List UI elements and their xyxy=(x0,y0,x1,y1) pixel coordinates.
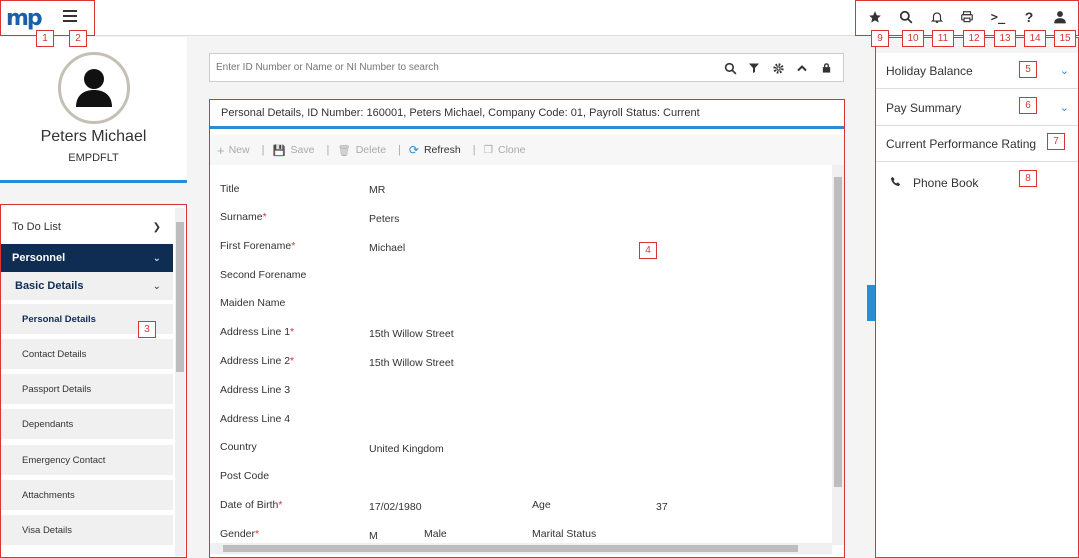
annotation-number: 1 xyxy=(36,30,54,47)
annotation-number: 2 xyxy=(69,30,87,47)
annotation-number: 11 xyxy=(932,30,954,47)
annotation-number: 4 xyxy=(639,242,657,259)
annotation-number: 6 xyxy=(1019,97,1037,114)
annotation-number: 15 xyxy=(1054,30,1076,47)
search-bar xyxy=(209,53,844,82)
annotation-number: 5 xyxy=(1019,61,1037,78)
annotation-number: 13 xyxy=(994,30,1016,47)
annotation-number: 10 xyxy=(902,30,924,47)
annotation-number: 14 xyxy=(1024,30,1046,47)
chevron-up-icon[interactable] xyxy=(794,60,810,76)
lock-icon[interactable] xyxy=(818,60,834,76)
panel-splitter-handle[interactable] xyxy=(867,285,875,321)
annotation-number: 12 xyxy=(963,30,985,47)
filter-icon[interactable] xyxy=(746,60,762,76)
search-input[interactable] xyxy=(210,54,710,81)
avatar[interactable] xyxy=(58,52,130,124)
gear-icon[interactable] xyxy=(770,60,786,76)
profile-card: Peters Michael EMPDFLT xyxy=(0,37,187,183)
annotation-number: 8 xyxy=(1019,170,1037,187)
annotation-box xyxy=(875,37,1079,558)
annotation-number: 7 xyxy=(1047,133,1065,150)
annotation-number: 9 xyxy=(871,30,889,47)
annotation-box xyxy=(0,204,187,558)
search-icon[interactable] xyxy=(722,60,738,76)
annotation-number: 3 xyxy=(138,321,156,338)
profile-code: EMPDFLT xyxy=(68,152,119,164)
annotation-box xyxy=(209,99,845,558)
profile-name: Peters Michael xyxy=(40,128,147,145)
